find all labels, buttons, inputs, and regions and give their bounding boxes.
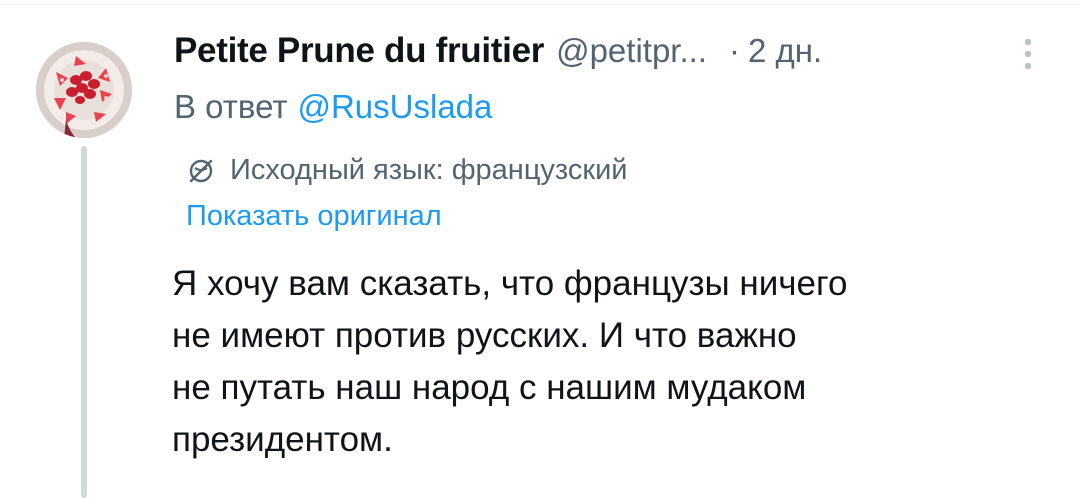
avatar-image bbox=[36, 42, 132, 138]
tweet-text-line: не имеют против русских. И что важно bbox=[172, 316, 797, 355]
display-name[interactable]: Petite Prune du fruitier bbox=[174, 31, 544, 71]
translation-label: Исходный язык: французский bbox=[230, 154, 628, 186]
tweet-text-line: Я хочу вам сказать, что французы ничего bbox=[172, 264, 848, 303]
user-handle[interactable]: @petitpr... bbox=[556, 32, 707, 70]
show-original-link[interactable]: Показать оригинал bbox=[186, 200, 442, 233]
reply-prefix: В ответ bbox=[174, 88, 288, 125]
tweet-text: Я хочу вам сказать, что французы ничего … bbox=[172, 258, 1032, 466]
translation-notice: Исходный язык: французский bbox=[186, 154, 628, 187]
timestamp[interactable]: 2 дн. bbox=[748, 32, 822, 70]
tweet-header: Petite Prune du fruitier @petitpr... · 2… bbox=[174, 28, 822, 74]
translate-globe-icon bbox=[189, 159, 213, 182]
avatar[interactable] bbox=[36, 42, 132, 138]
separator-dot: · bbox=[728, 32, 740, 69]
reply-mention-link[interactable]: @RusUslada bbox=[297, 88, 492, 125]
top-divider bbox=[0, 4, 1080, 5]
tweet-text-line: не путать наш народ с нашим мудаком bbox=[172, 368, 807, 407]
reply-context: В ответ @RusUslada bbox=[174, 88, 492, 126]
thread-line bbox=[81, 146, 87, 498]
more-vertical-icon[interactable] bbox=[1008, 34, 1048, 74]
tweet-text-line: президентом. bbox=[172, 420, 393, 459]
